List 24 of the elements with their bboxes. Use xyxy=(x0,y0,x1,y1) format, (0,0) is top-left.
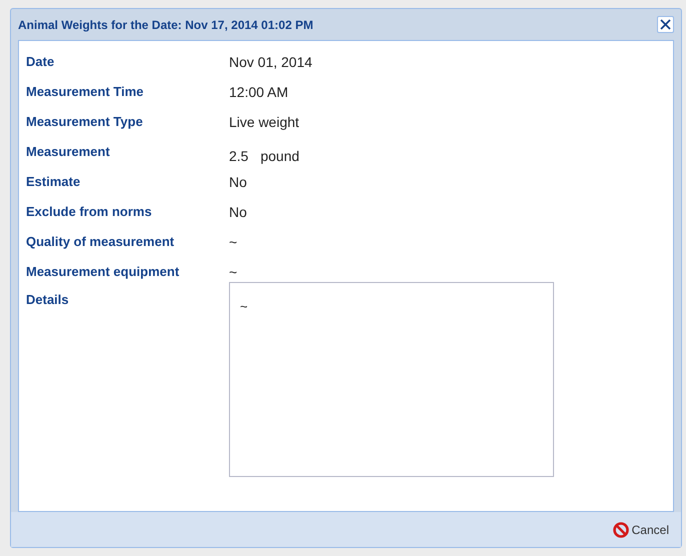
no-entry-icon xyxy=(612,522,629,538)
field-value: No xyxy=(229,174,247,190)
field-label: Date xyxy=(26,54,56,70)
field-label: Quality of measurement xyxy=(26,234,176,250)
cancel-button[interactable]: Cancel xyxy=(612,520,669,538)
field-value: 2.5 xyxy=(229,148,248,164)
field-label: Details xyxy=(26,292,70,308)
details-text: ~ xyxy=(240,299,248,314)
field-value: Nov 01, 2014 xyxy=(229,54,312,70)
field-value: Live weight xyxy=(229,114,300,130)
field-label: Measurement equipment xyxy=(26,264,180,280)
field-label: Measurement xyxy=(26,144,111,160)
field-label: Measurement Type xyxy=(26,114,144,130)
unit-label: pound xyxy=(260,148,300,164)
field-value: ~ xyxy=(229,264,238,280)
close-button[interactable] xyxy=(657,16,674,33)
field-label: Measurement Time xyxy=(26,84,145,100)
close-icon xyxy=(660,19,671,30)
field-label: Exclude from norms xyxy=(26,204,153,220)
field-value: ~ xyxy=(229,234,238,250)
window-title: Animal Weights for the Date: Nov 17, 2014 01:02 PM xyxy=(18,16,314,34)
field-value: 12:00 AM xyxy=(229,84,288,100)
field-label: Estimate xyxy=(26,174,82,190)
field-value: No xyxy=(229,204,247,220)
